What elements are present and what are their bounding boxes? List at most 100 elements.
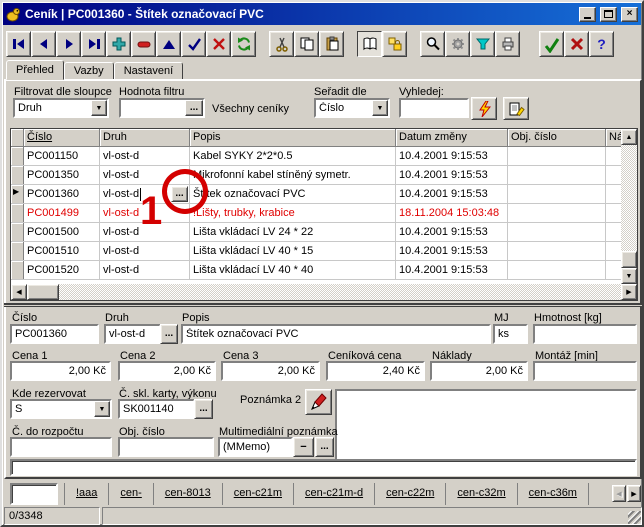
links-scroll-left-button[interactable]: ◀ bbox=[612, 485, 626, 502]
table-row[interactable]: PC001499vl-ost-d!Lišty, trubky, krabice1… bbox=[11, 204, 637, 223]
link-filter-box[interactable] bbox=[10, 483, 58, 505]
cena3-field[interactable] bbox=[221, 361, 320, 381]
filter-value-field[interactable]: ... bbox=[119, 98, 205, 118]
search-button[interactable] bbox=[420, 31, 445, 57]
table-row[interactable]: PC001520vl-ost-dLišta vkládací LV 40 * 4… bbox=[11, 261, 637, 280]
filter-column-select[interactable]: Druh ▼ bbox=[13, 98, 109, 118]
rozpocet-field[interactable] bbox=[10, 437, 112, 457]
prev-record-button[interactable] bbox=[31, 31, 56, 57]
obj-cislo-field[interactable] bbox=[118, 437, 214, 457]
pricelist-link[interactable]: cen-c21m bbox=[223, 483, 294, 505]
table-row[interactable]: PC001510vl-ost-dLišta vkládací LV 40 * 1… bbox=[11, 242, 637, 261]
druh-field[interactable] bbox=[104, 324, 161, 344]
delete-record-button[interactable] bbox=[131, 31, 156, 57]
row-selector[interactable] bbox=[11, 261, 24, 279]
table-row[interactable]: PC001350vl-ost-dMikrofonní kabel stíněný… bbox=[11, 166, 637, 185]
hmotnost-field[interactable] bbox=[533, 324, 637, 344]
apply-button[interactable] bbox=[539, 31, 564, 57]
chevron-down-icon[interactable]: ▼ bbox=[94, 401, 110, 417]
cenikova-field[interactable] bbox=[326, 361, 425, 381]
poznamka2-edit-button[interactable] bbox=[305, 389, 332, 415]
mmemo-clear-button[interactable]: − bbox=[293, 437, 314, 457]
mmemo-lookup-button[interactable]: ... bbox=[315, 437, 334, 457]
paste-button[interactable] bbox=[319, 31, 344, 57]
pricelist-link[interactable]: cen-c36m bbox=[518, 483, 589, 505]
links-scroll-right-button[interactable]: ▶ bbox=[627, 485, 641, 502]
header-datum[interactable]: Datum změny bbox=[396, 129, 508, 147]
table-row[interactable]: ▶PC001360vl-ost-d...Štítek označovací PV… bbox=[11, 185, 637, 204]
scroll-up-button[interactable]: ▲ bbox=[621, 129, 637, 145]
druh-lookup-button[interactable]: ... bbox=[160, 324, 178, 344]
header-obj[interactable]: Obj. číslo bbox=[508, 129, 606, 147]
tab-prehled[interactable]: Přehled bbox=[6, 60, 64, 80]
tab-vazby[interactable]: Vazby bbox=[64, 62, 114, 80]
filter-button[interactable] bbox=[470, 31, 495, 57]
skl-karta-field[interactable] bbox=[118, 399, 195, 419]
header-cislo[interactable]: Číslo bbox=[24, 129, 100, 147]
vertical-scrollbar[interactable]: ▲ ▼ bbox=[621, 129, 637, 284]
row-selector[interactable] bbox=[11, 204, 24, 222]
chevron-down-icon[interactable]: ▼ bbox=[372, 100, 388, 116]
skl-karta-lookup-button[interactable]: ... bbox=[194, 399, 213, 419]
maximize-button[interactable] bbox=[600, 7, 617, 22]
row-selector[interactable] bbox=[11, 242, 24, 260]
search-list-button[interactable] bbox=[503, 97, 529, 120]
pricelist-link[interactable]: cen-c32m bbox=[446, 483, 517, 505]
pricelist-link[interactable]: cen-c22m bbox=[375, 483, 446, 505]
table-row[interactable]: PC001500vl-ost-dLišta vkládací LV 24 * 2… bbox=[11, 223, 637, 242]
chevron-down-icon[interactable]: ▼ bbox=[91, 100, 107, 116]
edit-record-button[interactable] bbox=[156, 31, 181, 57]
settings-button[interactable] bbox=[445, 31, 470, 57]
horizontal-scrollbar[interactable]: ◀ ▶ bbox=[11, 284, 637, 300]
popis-field[interactable] bbox=[181, 324, 491, 344]
naklady-field[interactable] bbox=[430, 361, 528, 381]
pricelist-link[interactable]: cen- bbox=[109, 483, 153, 505]
mmemo-field[interactable] bbox=[218, 437, 293, 457]
mj-field[interactable] bbox=[493, 324, 528, 344]
pricelist-link[interactable]: cen-8013 bbox=[154, 483, 223, 505]
cislo-field[interactable] bbox=[10, 324, 99, 344]
last-record-button[interactable] bbox=[81, 31, 106, 57]
filter-value-ellipsis-button[interactable]: ... bbox=[185, 100, 203, 116]
cancel-record-button[interactable] bbox=[206, 31, 231, 57]
close-button[interactable]: × bbox=[621, 7, 638, 22]
resize-grip[interactable] bbox=[628, 511, 641, 524]
scroll-left-button[interactable]: ◀ bbox=[11, 284, 27, 300]
splitter[interactable] bbox=[4, 303, 642, 307]
next-record-button[interactable] bbox=[56, 31, 81, 57]
copy-button[interactable] bbox=[294, 31, 319, 57]
search-input[interactable] bbox=[399, 98, 469, 118]
discard-button[interactable] bbox=[564, 31, 589, 57]
print-button[interactable] bbox=[495, 31, 520, 57]
row-selector[interactable] bbox=[11, 166, 24, 184]
vscroll-thumb[interactable] bbox=[621, 251, 637, 268]
pricelist-link[interactable]: !aaa bbox=[65, 483, 109, 505]
add-record-button[interactable] bbox=[106, 31, 131, 57]
poznamka2-textarea[interactable] bbox=[335, 389, 637, 470]
header-popis[interactable]: Popis bbox=[190, 129, 396, 147]
row-selector[interactable] bbox=[11, 223, 24, 241]
first-record-button[interactable] bbox=[6, 31, 31, 57]
open-book-button[interactable] bbox=[357, 31, 382, 57]
refresh-button[interactable] bbox=[231, 31, 256, 57]
montaz-field[interactable] bbox=[533, 361, 637, 381]
notes-strip[interactable] bbox=[10, 459, 637, 476]
tab-nastaveni[interactable]: Nastavení bbox=[114, 62, 184, 80]
hscroll-thumb[interactable] bbox=[27, 284, 59, 300]
cena2-field[interactable] bbox=[118, 361, 216, 381]
scroll-right-button[interactable]: ▶ bbox=[621, 284, 637, 300]
post-record-button[interactable] bbox=[181, 31, 206, 57]
scroll-down-button[interactable]: ▼ bbox=[621, 268, 637, 284]
minimize-button[interactable] bbox=[579, 7, 596, 22]
pricelist-link[interactable]: cen-c21m-d bbox=[294, 483, 375, 505]
current-row-marker[interactable]: ▶ bbox=[11, 185, 24, 203]
sort-select[interactable]: Číslo ▼ bbox=[314, 98, 390, 118]
cut-button[interactable] bbox=[269, 31, 294, 57]
quick-search-button[interactable] bbox=[471, 97, 497, 120]
row-selector[interactable] bbox=[11, 147, 24, 165]
lock-records-button[interactable] bbox=[382, 31, 407, 57]
table-row[interactable]: PC001150vl-ost-dKabel SYKY 2*2*0.510.4.2… bbox=[11, 147, 637, 166]
kde-rezervovat-select[interactable]: S ▼ bbox=[10, 399, 112, 419]
header-druh[interactable]: Druh bbox=[100, 129, 190, 147]
help-button[interactable]: ? bbox=[589, 31, 614, 57]
